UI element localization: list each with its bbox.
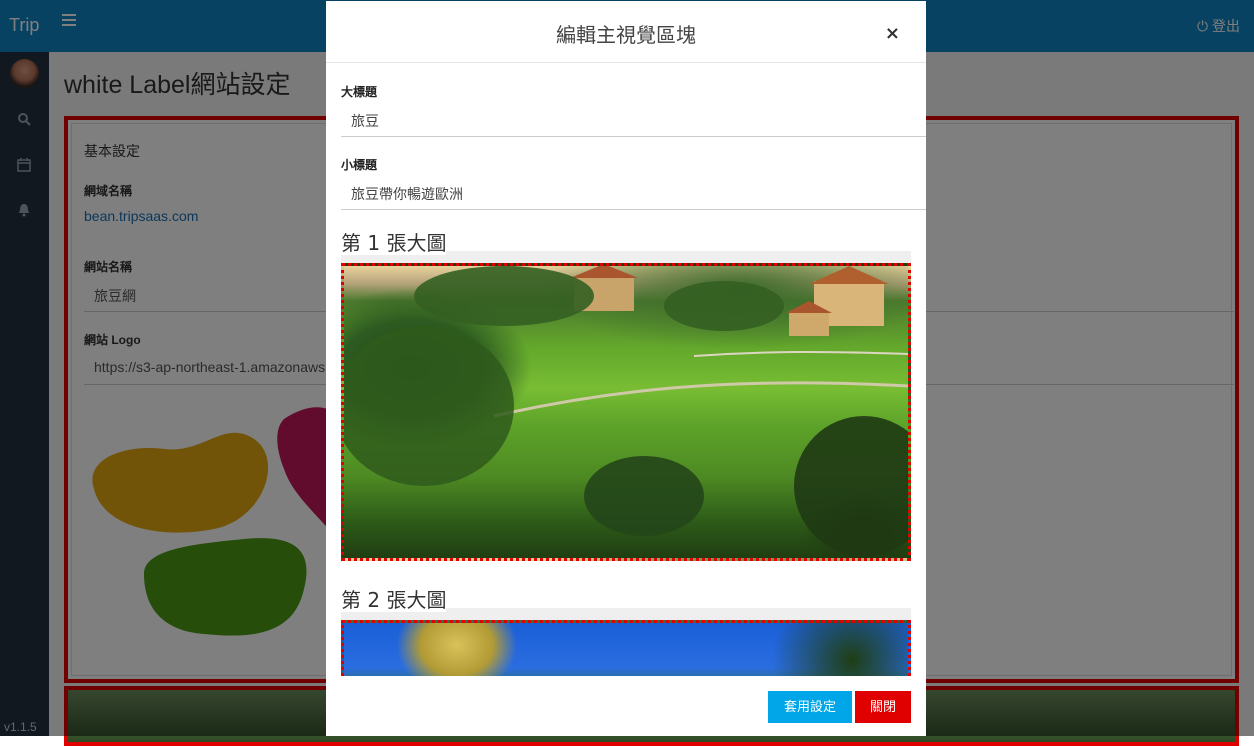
heading-input[interactable]: 旅豆: [341, 102, 926, 137]
hero-2-title: 第 2 張大圖: [341, 584, 911, 612]
subheading-label: 小標題: [341, 158, 378, 172]
modal-header: 編輯主視覺區塊 ×: [326, 1, 926, 63]
subheading-input[interactable]: 旅豆帶你暢遊歐洲: [341, 175, 926, 210]
heading-label: 大標題: [341, 85, 378, 99]
close-icon[interactable]: ×: [885, 23, 900, 44]
modal-body: 大標題 旅豆 小標題 旅豆帶你暢遊歐洲 第 1 張大圖 第 2 張大圖: [326, 63, 926, 676]
hero-2-image[interactable]: [341, 620, 911, 676]
hero-1-title: 第 1 張大圖: [341, 227, 911, 255]
hero-1-title-text: 第 1 張大圖: [341, 231, 447, 255]
close-button[interactable]: 關閉: [855, 691, 911, 723]
hero-1-image[interactable]: [341, 263, 911, 561]
hero-1-landscape: [344, 266, 908, 556]
modal-footer: 套用設定 關閉: [326, 676, 926, 736]
hero-2-title-text: 第 2 張大圖: [341, 588, 447, 612]
modal-title: 編輯主視覺區塊: [556, 23, 696, 47]
apply-settings-button[interactable]: 套用設定: [768, 691, 852, 723]
edit-hero-modal: 編輯主視覺區塊 × 大標題 旅豆 小標題 旅豆帶你暢遊歐洲 第 1 張大圖 第 …: [326, 1, 926, 736]
